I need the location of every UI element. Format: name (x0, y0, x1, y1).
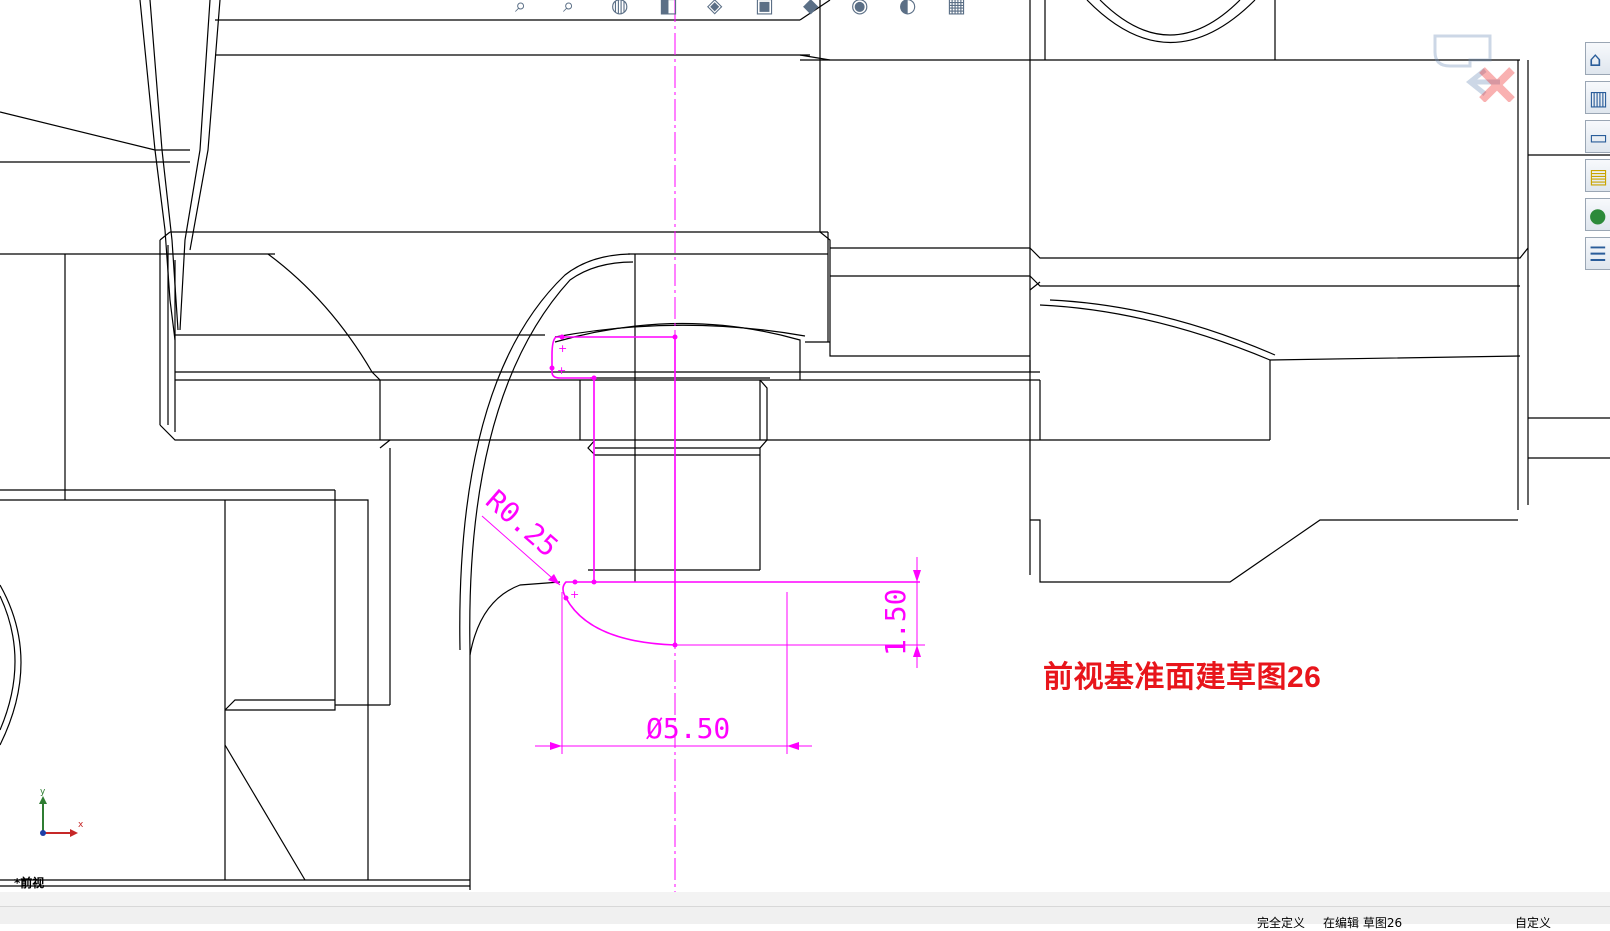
y-axis-arrow (39, 796, 47, 804)
section-view-icon[interactable]: ◧ (659, 0, 689, 16)
relation-marker: + (557, 364, 566, 377)
sketch-profile-edge[interactable] (551, 336, 920, 583)
z-axis-dot (40, 830, 46, 836)
diameter-dimension[interactable]: Ø5.50 (646, 712, 730, 745)
height-arrow-bottom (913, 645, 921, 657)
sketch-annotation: 前视基准面建草图26 (1043, 661, 1322, 694)
diameter-arrow-left (550, 742, 562, 750)
view-settings-icon[interactable]: ▦ (947, 0, 977, 16)
view-orientation-icon[interactable]: ◈ (707, 0, 737, 16)
sketch26[interactable]: + + + R0.25 1.50 Ø5.50 (0, 0, 1610, 892)
y-axis-label: y (40, 788, 46, 797)
cancel-sketch-icon[interactable] (1479, 67, 1515, 102)
zoom-to-fit-icon[interactable]: ⌕ (515, 0, 545, 16)
zoom-area-icon[interactable]: ⌕ (563, 0, 593, 16)
x-axis-label: x (78, 820, 84, 830)
file-explorer-icon[interactable]: ▭ (1585, 120, 1610, 153)
task-pane-tabs: ⌂ ▥ ▭ ▤ ● ☰ (1585, 42, 1610, 276)
editing-status: 在编辑 草图26 (1323, 916, 1403, 930)
diameter-arrow-right (787, 742, 799, 750)
custom-properties-icon[interactable]: ☰ (1585, 237, 1610, 270)
edit-appearance-icon[interactable]: ◉ (851, 0, 881, 16)
sketch-point[interactable] (591, 375, 597, 381)
sketch-point[interactable] (563, 595, 569, 601)
sketch-point[interactable] (559, 334, 565, 340)
height-dimension[interactable]: 1.50 (879, 589, 912, 656)
appearances-icon[interactable]: ● (1585, 198, 1610, 231)
sketch-point[interactable] (591, 579, 597, 585)
view-palette-icon[interactable]: ▤ (1585, 159, 1610, 192)
relation-marker: + (570, 588, 579, 601)
design-library-icon[interactable]: ▥ (1585, 81, 1610, 114)
apply-scene-icon[interactable]: ◐ (899, 0, 929, 16)
sketch-point[interactable] (572, 579, 578, 585)
home-icon[interactable]: ⌂ (1585, 42, 1610, 75)
previous-view-icon[interactable]: ◍ (611, 0, 641, 16)
height-arrow-top (913, 570, 921, 582)
display-style-icon[interactable]: ▣ (755, 0, 785, 16)
reference-triad: y x (39, 788, 84, 837)
horizontal-scrollbar[interactable] (0, 892, 1610, 907)
x-axis-arrow (70, 829, 78, 837)
hide-show-icon[interactable]: ◆ (803, 0, 833, 16)
relation-marker: + (558, 342, 567, 355)
sketch-definition-status: 完全定义 (1257, 916, 1306, 930)
unit-system[interactable]: 自定义 (1515, 914, 1551, 931)
view-name-label: *前视 (14, 876, 45, 890)
confirmation-corner (1433, 34, 1515, 102)
heads-up-view-toolbar: ⌕ ⌕ ◍ ◧ ◈ ▣ ◆ ◉ ◐ ▦ (515, 0, 977, 16)
exit-sketch-icon[interactable] (1433, 34, 1500, 96)
sketch-point[interactable] (672, 334, 678, 340)
sketch-point[interactable] (549, 365, 555, 371)
sketch-profile-arc[interactable] (562, 581, 676, 646)
graphics-area[interactable]: + + + R0.25 1.50 Ø5.50 (0, 0, 1610, 892)
